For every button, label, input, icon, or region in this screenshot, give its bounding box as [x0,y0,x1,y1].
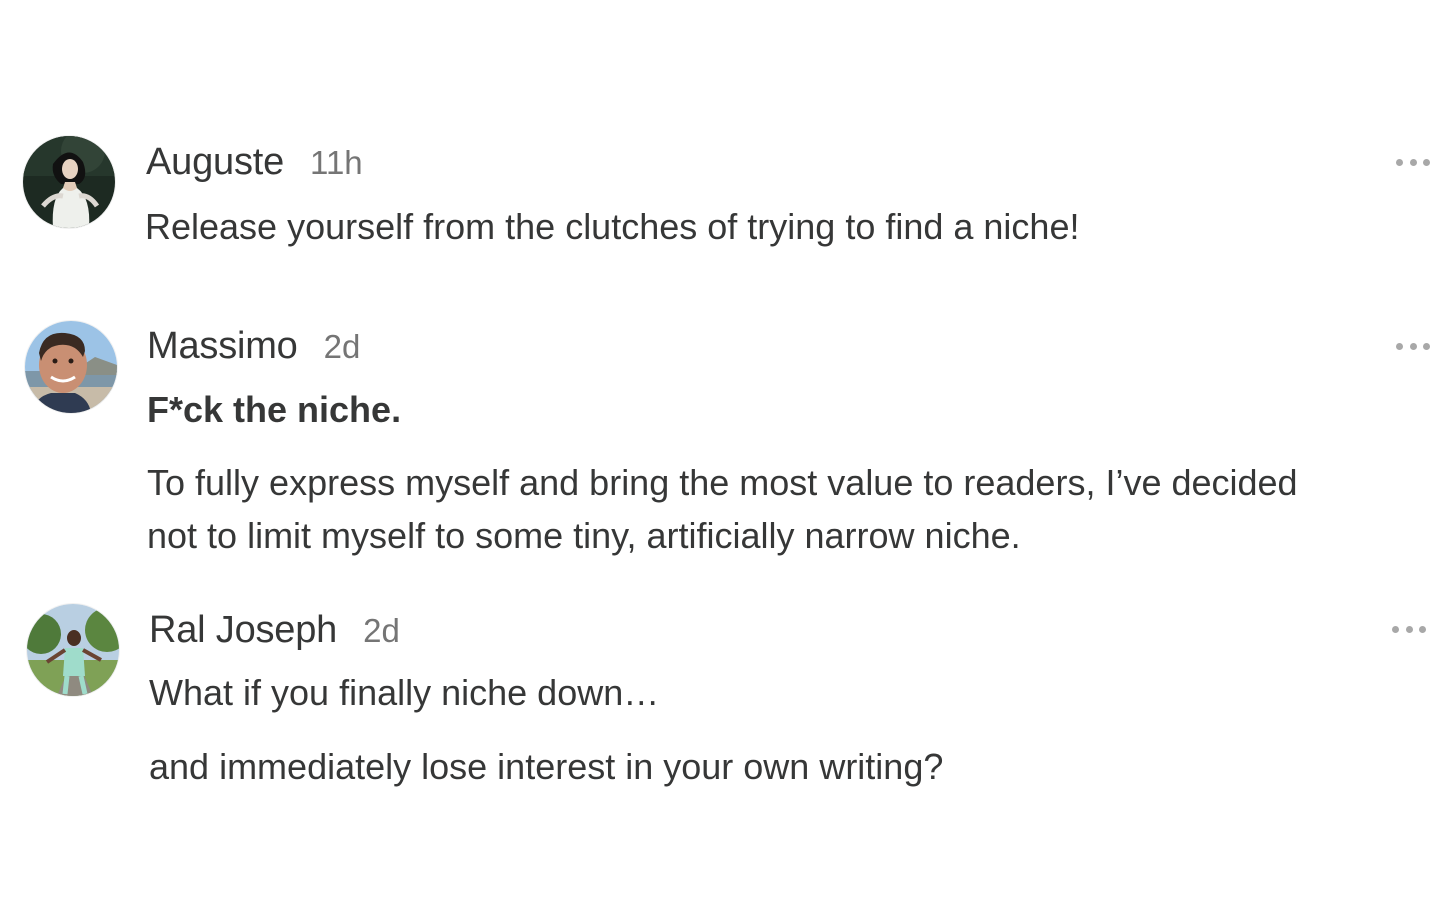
more-horizontal-icon [1392,625,1399,633]
more-options-button[interactable] [1392,622,1426,636]
avatar-woman-park-icon [27,604,119,696]
more-horizontal-icon [1419,625,1426,633]
note-text: What if you finally niche down… [149,672,660,713]
note-header: Ral Joseph 2d [149,609,400,652]
note-item: Ral Joseph 2d What if you finally niche … [0,0,1456,900]
more-horizontal-icon [1405,625,1413,633]
timestamp[interactable]: 2d [363,612,400,650]
avatar[interactable] [27,604,119,696]
note-text: and immediately lose interest in your ow… [149,746,944,787]
author-name[interactable]: Ral Joseph [149,609,337,652]
